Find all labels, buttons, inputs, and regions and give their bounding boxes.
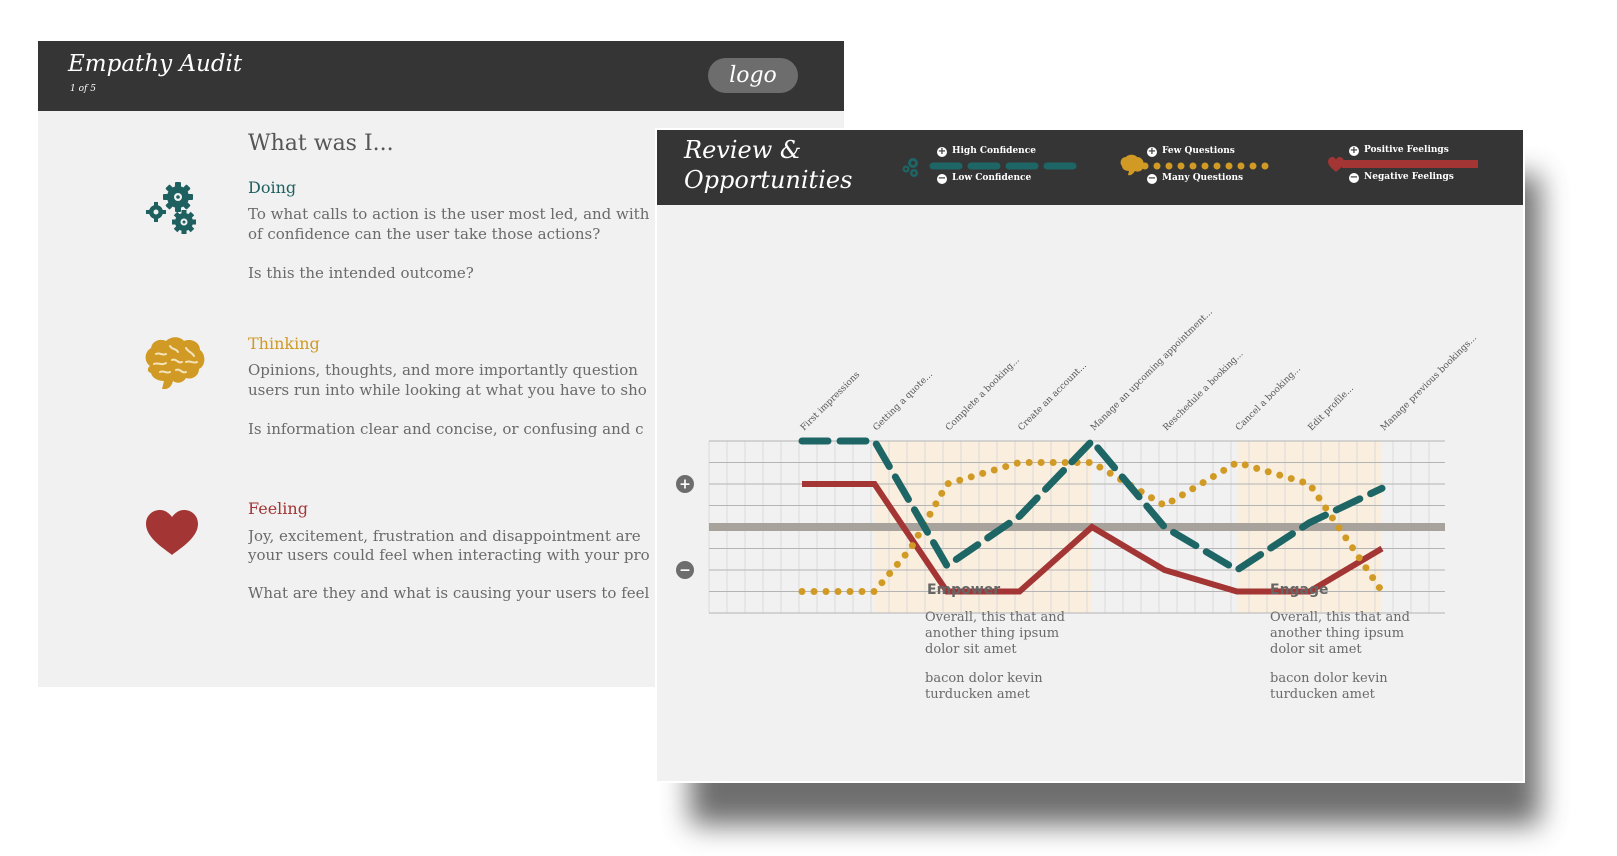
legend-negative-feelings: Negative Feelings: [1364, 172, 1454, 182]
category-label: Edit profile...: [1307, 384, 1357, 434]
logo: logo: [708, 58, 798, 93]
minus-icon: −: [1147, 173, 1157, 184]
review-opportunities-slide: Review & Opportunities + High Confidence…: [655, 128, 1525, 783]
legend-dotted-line: [1141, 162, 1279, 170]
plus-icon: +: [1349, 145, 1359, 156]
gears-icon: [146, 181, 198, 241]
doing-text-line1: To what calls to action is the user most…: [248, 205, 650, 223]
doing-title: Doing: [248, 178, 297, 197]
heart-icon: [144, 509, 200, 561]
legend-few-questions: Few Questions: [1162, 146, 1235, 156]
phase-engage-summary: Overall, this that and another thing ips…: [1270, 610, 1410, 657]
feeling-title: Feeling: [248, 499, 308, 518]
thinking-text-line2: users run into while looking at what you…: [248, 381, 647, 399]
plus-axis-marker-label: +: [679, 477, 691, 493]
journey-chart: + − First impressions Getting a quote... Com…: [676, 307, 1479, 614]
category-label: Manage an upcoming appointment...: [1089, 307, 1215, 433]
doing-question: Is this the intended outcome?: [248, 264, 474, 282]
legend-many-questions: Many Questions: [1162, 173, 1244, 183]
slide-title: Empathy Audit: [68, 51, 243, 77]
phase-empower-summary: Overall, this that and another thing ips…: [925, 610, 1065, 657]
minus-icon: −: [937, 173, 947, 184]
feeling-text-line2: your users could feel when interacting w…: [248, 546, 650, 564]
category-label: First impressions: [799, 370, 862, 433]
category-label: Manage previous bookings...: [1379, 333, 1479, 433]
category-label: Complete a booking...: [944, 355, 1022, 433]
feeling-question: What are they and what is causing your u…: [248, 584, 650, 602]
phase-engage-notes: bacon dolor kevin turducken amet: [1270, 671, 1388, 702]
phase-engage-title: Engage: [1270, 582, 1329, 598]
category-label: Reschedule a booking...: [1162, 349, 1246, 433]
plus-icon: +: [1147, 146, 1157, 157]
thinking-title: Thinking: [248, 334, 320, 353]
legend-solid-line: [1342, 160, 1478, 168]
category-label: Cancel a booking...: [1234, 364, 1303, 433]
minus-icon: −: [1349, 172, 1359, 183]
minus-axis-marker-label: −: [679, 563, 691, 579]
section-heading: What was I...: [248, 131, 394, 156]
slide2-title: Review & Opportunities: [684, 135, 852, 195]
doing-text-line2: of confidence can the user take those ac…: [248, 225, 601, 243]
category-label: Getting a quote...: [872, 370, 936, 434]
legend-dashed-line: [929, 162, 1079, 170]
slide2-title-line1: Review &: [684, 136, 802, 164]
feeling-text-line1: Joy, excitement, frustration and disappo…: [248, 527, 641, 545]
slide2-title-line2: Opportunities: [684, 166, 853, 194]
phase-empower-notes: bacon dolor kevin turducken amet: [925, 671, 1043, 702]
thinking-text-line1: Opinions, thoughts, and more importantly…: [248, 361, 638, 379]
legend-positive-feelings: Positive Feelings: [1364, 145, 1449, 155]
slide2-header: Review & Opportunities + High Confidence…: [657, 130, 1523, 205]
gears-legend-icon: [902, 158, 918, 177]
plus-icon: +: [937, 146, 947, 157]
page-indicator: 1 of 5: [70, 84, 96, 94]
legend-high-confidence: High Confidence: [952, 146, 1036, 156]
phase-empower-title: Empower: [927, 582, 1001, 598]
brain-icon: [142, 336, 206, 394]
slide-header: Empathy Audit 1 of 5 logo: [38, 41, 844, 111]
thinking-question: Is information clear and concise, or con…: [248, 420, 644, 438]
category-label: Create an account...: [1017, 361, 1089, 433]
legend-low-confidence: Low Confidence: [952, 173, 1032, 183]
